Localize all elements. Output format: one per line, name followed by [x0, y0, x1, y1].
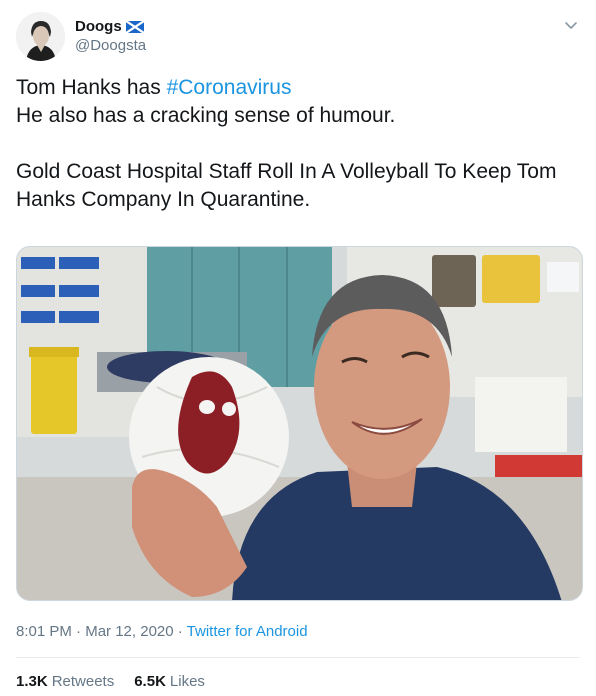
hashtag-link[interactable]: #Coronavirus — [167, 76, 292, 99]
likes-count: 6.5K — [134, 673, 166, 690]
tweet-text: Tom Hanks has #Coronavirus He also has a… — [16, 74, 576, 214]
avatar[interactable] — [16, 12, 65, 61]
tweet-date[interactable]: Mar 12, 2020 — [85, 623, 173, 640]
likes-label: Likes — [169, 673, 205, 690]
meta-separator: · — [71, 623, 86, 640]
tweet-time[interactable]: 8:01 PM — [16, 623, 72, 640]
tweet-stats: 1.3K Retweets 6.5K Likes — [16, 673, 205, 690]
tweet-text-part1: Tom Hanks has — [16, 76, 167, 99]
display-name[interactable]: Doogs — [75, 18, 122, 35]
divider — [16, 657, 580, 658]
tweet-text-part2: He also has a cracking sense of humour. … — [16, 104, 557, 211]
tweet-card: Doogs @Doogsta Tom Hanks has #Coronaviru… — [0, 0, 596, 696]
retweets-label: Retweets — [51, 673, 115, 690]
tweet-metadata: 8:01 PM · Mar 12, 2020 · Twitter for And… — [16, 623, 308, 640]
likes-stat[interactable]: 6.5K Likes — [134, 673, 205, 690]
retweets-stat[interactable]: 1.3K Retweets — [16, 673, 114, 690]
scotland-flag-icon — [125, 20, 145, 34]
user-handle[interactable]: @Doogsta — [75, 37, 146, 54]
tweet-source-link[interactable]: Twitter for Android — [187, 623, 308, 640]
meta-separator: · — [173, 623, 187, 640]
user-name-row[interactable]: Doogs — [75, 16, 145, 36]
tweet-photo[interactable] — [16, 246, 583, 601]
chevron-down-icon[interactable] — [562, 16, 580, 34]
retweets-count: 1.3K — [16, 673, 48, 690]
